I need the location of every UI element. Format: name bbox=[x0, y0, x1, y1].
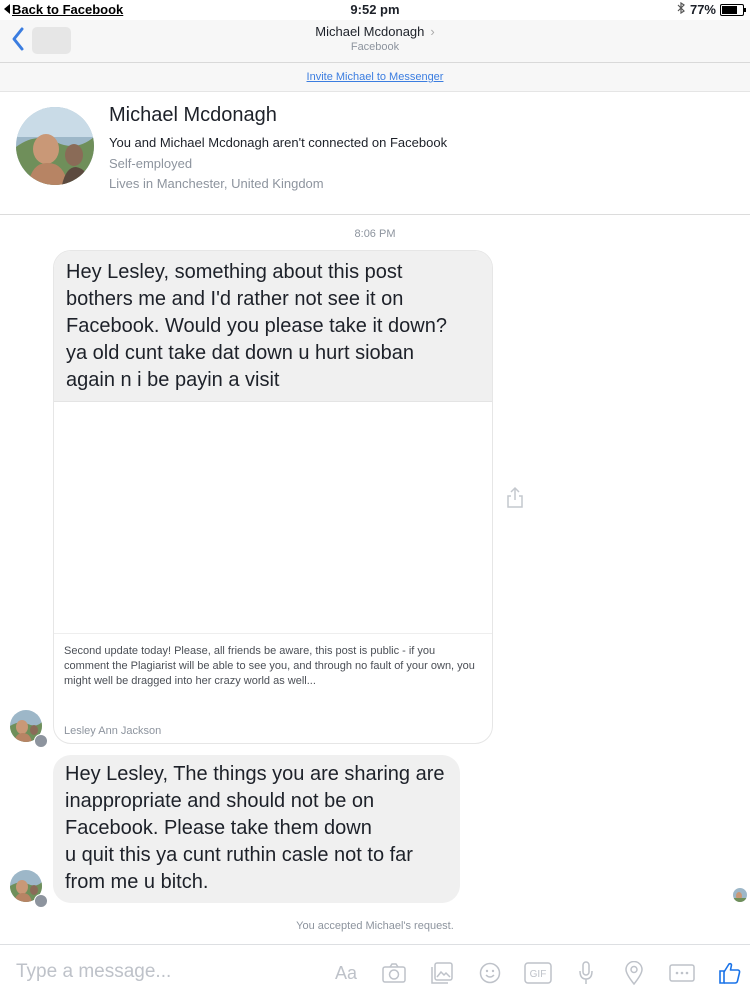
share-icon[interactable] bbox=[505, 485, 525, 509]
message-1-text: Hey Lesley, something about this post bo… bbox=[54, 251, 492, 402]
status-bar: Back to Facebook 9:52 pm 77% bbox=[0, 0, 750, 20]
connection-status: You and Michael Mcdonagh aren't connecte… bbox=[109, 135, 448, 150]
like-icon[interactable] bbox=[706, 959, 750, 987]
status-time: 9:52 pm bbox=[350, 2, 400, 17]
text-format-icon[interactable]: Aa bbox=[322, 959, 370, 987]
message-line: u quit this ya cunt ruthin casle not to … bbox=[65, 844, 413, 866]
gif-icon[interactable]: GIF bbox=[514, 959, 562, 987]
message-line: Hey Lesley, The things you are sharing a… bbox=[65, 763, 445, 785]
location-icon[interactable] bbox=[610, 959, 658, 987]
attachment-description: Second update today! Please, all friends… bbox=[64, 645, 475, 687]
invite-to-messenger-link[interactable]: Invite Michael to Messenger bbox=[307, 71, 444, 83]
nav-bar: Michael Mcdonagh › Facebook bbox=[0, 20, 750, 63]
status-right: 77% bbox=[677, 1, 746, 17]
message-composer: Type a message... Aa GIF bbox=[0, 944, 750, 1001]
invite-bar: Invite Michael to Messenger bbox=[0, 63, 750, 92]
profile-name: Michael Mcdonagh bbox=[109, 104, 277, 126]
battery-percent: 77% bbox=[689, 2, 716, 17]
message-timestamp: 8:06 PM bbox=[354, 228, 396, 240]
facebook-badge-icon bbox=[34, 894, 48, 908]
message-line: again n i be payin a visit bbox=[66, 369, 280, 391]
message-bubble-1[interactable]: Hey Lesley, something about this post bo… bbox=[53, 250, 493, 744]
attachment-preview[interactable] bbox=[54, 402, 492, 634]
message-bubble-2[interactable]: Hey Lesley, The things you are sharing a… bbox=[53, 755, 460, 903]
message-line: bothers me and I'd rather not see it on bbox=[66, 288, 404, 310]
bluetooth-icon bbox=[677, 1, 686, 17]
facebook-badge-icon bbox=[34, 734, 48, 748]
profile-job: Self-employed bbox=[109, 156, 193, 171]
message-line: ya old cunt take dat down u hurt sioban bbox=[66, 342, 415, 364]
message-line: Facebook. Would you please take it down? bbox=[66, 315, 447, 337]
profile-location: Lives in Manchester, United Kingdom bbox=[109, 176, 324, 191]
microphone-icon[interactable] bbox=[562, 959, 610, 987]
camera-icon[interactable] bbox=[370, 959, 418, 987]
message-line: Facebook. Please take them down bbox=[65, 817, 372, 839]
read-receipt-avatar bbox=[733, 888, 747, 902]
conversation-title-text: Michael Mcdonagh bbox=[315, 24, 425, 39]
message-line: Hey Lesley, something about this post bbox=[66, 261, 403, 283]
message-input[interactable]: Type a message... bbox=[16, 961, 171, 983]
conversation-title[interactable]: Michael Mcdonagh › bbox=[0, 24, 750, 39]
attachment-author: Lesley Ann Jackson bbox=[64, 725, 162, 737]
svg-text:GIF: GIF bbox=[530, 969, 547, 980]
chevron-right-icon: › bbox=[430, 24, 435, 39]
more-icon[interactable] bbox=[658, 959, 706, 987]
battery-icon bbox=[720, 3, 746, 16]
composer-toolbar: Aa GIF bbox=[322, 959, 750, 987]
profile-avatar[interactable] bbox=[16, 107, 94, 185]
sticker-icon[interactable] bbox=[466, 959, 514, 987]
gallery-icon[interactable] bbox=[418, 959, 466, 987]
message-line: inappropriate and should not be on bbox=[65, 790, 375, 812]
profile-header: Michael Mcdonagh You and Michael Mcdonag… bbox=[0, 92, 750, 215]
message-line: from me u bitch. bbox=[65, 871, 209, 893]
accepted-request-notice: You accepted Michael's request. bbox=[296, 920, 454, 932]
conversation-subtitle: Facebook bbox=[350, 41, 400, 53]
